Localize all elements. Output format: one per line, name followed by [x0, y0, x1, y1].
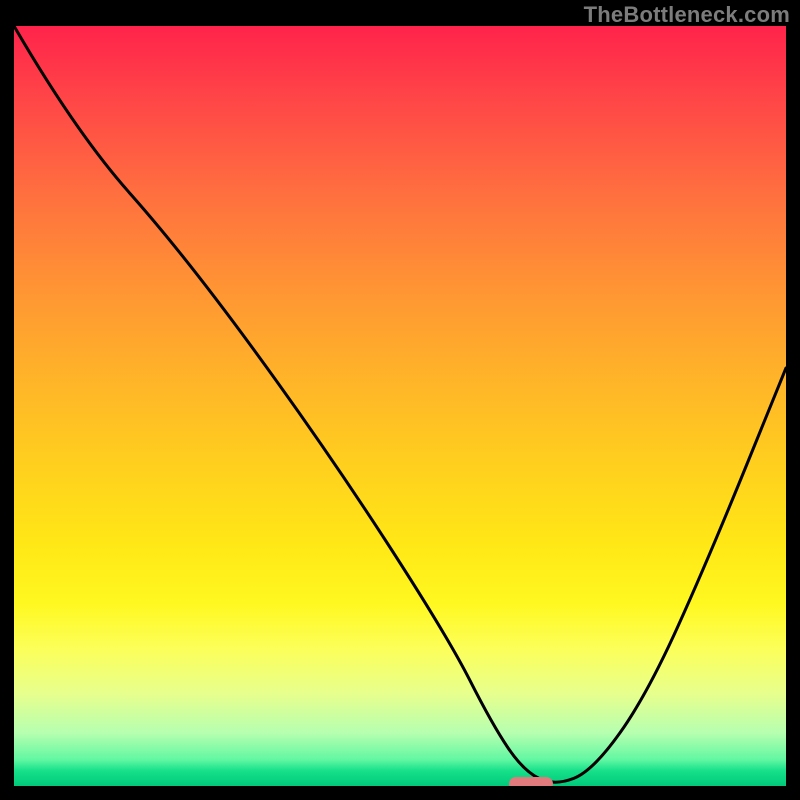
chart-frame: TheBottleneck.com — [0, 0, 800, 800]
bottleneck-curve — [14, 26, 786, 786]
watermark-label: TheBottleneck.com — [584, 2, 790, 28]
curve-path — [14, 26, 786, 782]
plot-area — [14, 26, 786, 786]
optimal-marker — [509, 777, 553, 786]
